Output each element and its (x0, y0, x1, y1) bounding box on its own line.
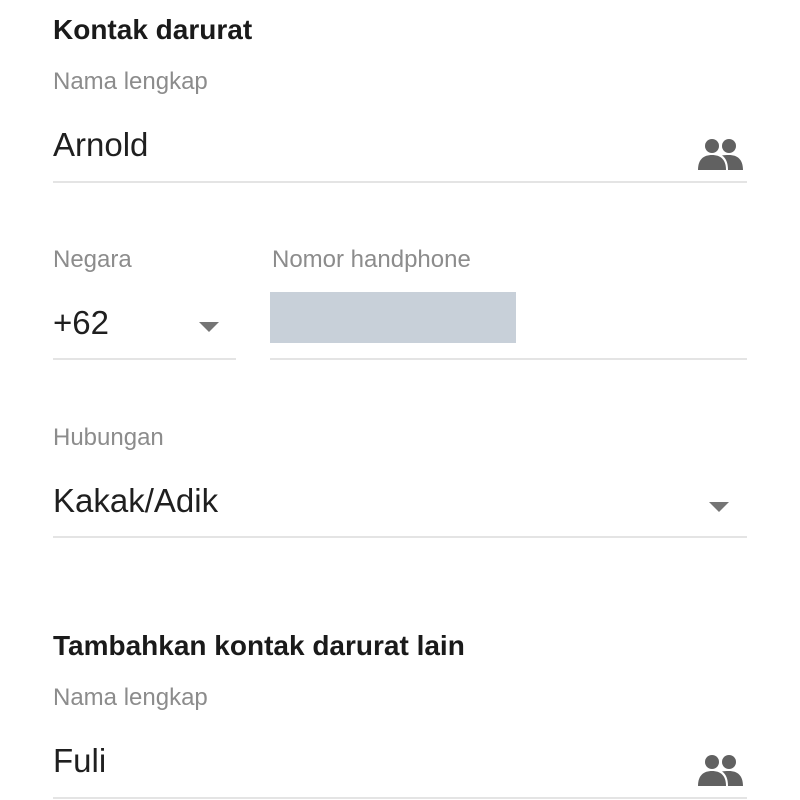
full-name-underline (53, 797, 747, 799)
country-label: Negara (53, 246, 132, 273)
full-name-input[interactable]: Fuli (53, 742, 106, 780)
full-name-label: Nama lengkap (53, 68, 208, 95)
full-name-underline (53, 181, 747, 183)
full-name-label: Nama lengkap (53, 684, 208, 711)
contacts-icon[interactable] (696, 753, 744, 792)
relationship-select[interactable]: Kakak/Adik (53, 482, 218, 520)
contacts-icon[interactable] (696, 137, 744, 176)
chevron-down-icon[interactable] (199, 322, 219, 332)
phone-number-input[interactable] (270, 292, 516, 343)
phone-number-underline (270, 358, 747, 360)
country-underline (53, 358, 236, 360)
relationship-label: Hubungan (53, 424, 164, 451)
section-title-add-emergency-contact: Tambahkan kontak darurat lain (53, 630, 465, 661)
full-name-input[interactable]: Arnold (53, 126, 148, 164)
relationship-underline (53, 536, 747, 538)
country-code-select[interactable]: +62 (53, 304, 109, 342)
section-title-emergency-contact: Kontak darurat (53, 14, 253, 45)
phone-number-label: Nomor handphone (272, 246, 471, 273)
chevron-down-icon[interactable] (709, 502, 729, 512)
